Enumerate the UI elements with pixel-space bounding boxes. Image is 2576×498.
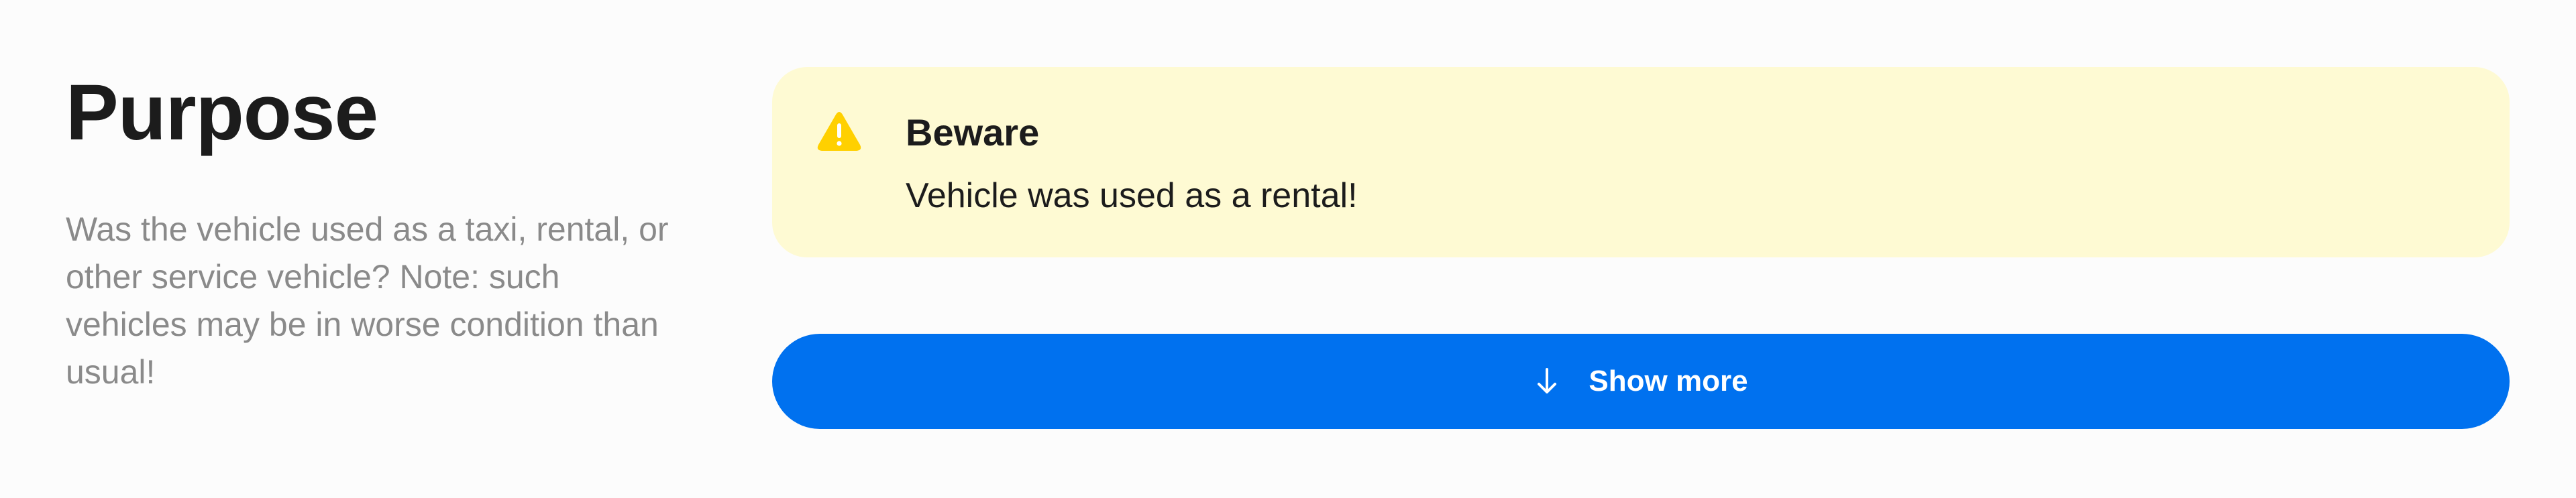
show-more-button[interactable]: Show more [772, 334, 2510, 429]
arrow-down-icon [1538, 368, 1557, 393]
section-intro: Purpose Was the vehicle used as a taxi, … [66, 67, 683, 396]
warning-alert: Beware Vehicle was used as a rental! [772, 67, 2510, 257]
warning-triangle-icon [817, 112, 861, 151]
purpose-section: Purpose Was the vehicle used as a taxi, … [0, 0, 2576, 498]
alert-title: Beware [906, 111, 1040, 153]
section-description: Was the vehicle used as a taxi, rental, … [66, 210, 669, 391]
alert-message: Vehicle was used as a rental! [906, 176, 1358, 215]
section-title: Purpose [66, 68, 378, 157]
show-more-label: Show more [1589, 365, 1748, 397]
